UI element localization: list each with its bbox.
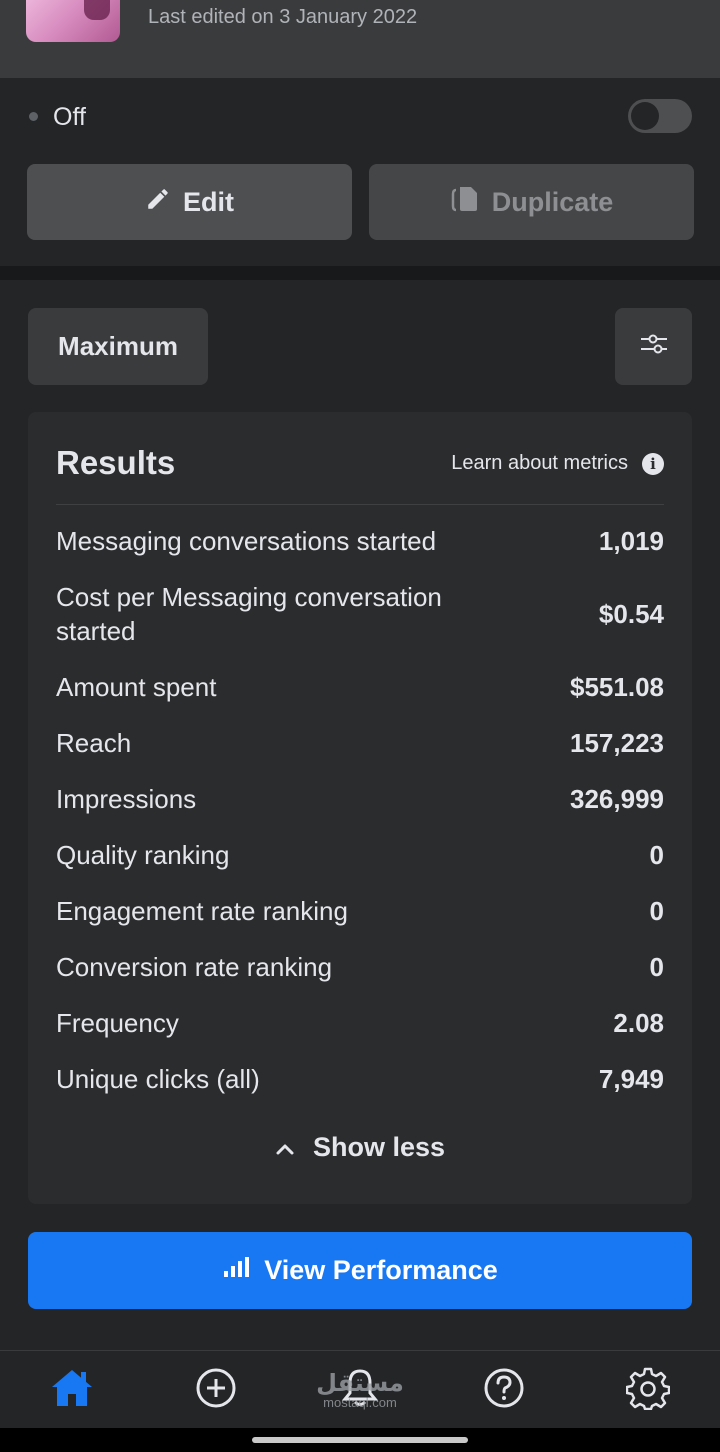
filter-settings-button[interactable] xyxy=(615,308,692,385)
learn-about-metrics-link[interactable]: Learn about metrics i xyxy=(451,452,664,475)
metric-row: Frequency 2.08 xyxy=(56,1006,664,1040)
metric-row: Engagement rate ranking 0 xyxy=(56,894,664,928)
metric-label: Impressions xyxy=(56,784,197,814)
metric-label: Cost per Messaging conversation started xyxy=(56,582,442,646)
card-divider xyxy=(56,504,664,505)
status-dot xyxy=(29,112,38,121)
duplicate-icon xyxy=(450,185,480,220)
metric-value: 326,999 xyxy=(570,783,664,814)
duplicate-label: Duplicate xyxy=(491,186,614,217)
metric-value: 7,949 xyxy=(598,1063,664,1094)
watermark-arabic: مستقل xyxy=(316,1369,404,1397)
metric-label: Unique clicks (all) xyxy=(56,1064,260,1094)
toggle-knob xyxy=(631,102,659,130)
metric-value: 0 xyxy=(649,951,664,982)
chevron-up-icon xyxy=(275,1132,295,1163)
edit-label: Edit xyxy=(183,186,234,217)
section-divider xyxy=(0,266,720,280)
status-label: Off xyxy=(53,103,86,131)
metric-row: Cost per Messaging conversation started … xyxy=(56,580,664,648)
nav-help[interactable] xyxy=(474,1365,534,1415)
nav-settings[interactable] xyxy=(618,1365,678,1415)
metric-label: Frequency xyxy=(56,1008,179,1038)
metric-value: $551.08 xyxy=(570,671,664,702)
metric-label: Messaging conversations started xyxy=(56,526,437,556)
metric-row: Reach 157,223 xyxy=(56,726,664,760)
last-edited-text: Last edited on 3 January 2022 xyxy=(148,6,418,28)
view-performance-label: View Performance xyxy=(264,1255,498,1285)
metric-row: Conversion rate ranking 0 xyxy=(56,950,664,984)
attribution-button[interactable]: Maximum xyxy=(28,308,208,385)
metric-row: Quality ranking 0 xyxy=(56,838,664,872)
metric-label: Amount spent xyxy=(56,672,217,702)
watermark: مستقل mostaql.com xyxy=(310,1369,410,1410)
duplicate-button[interactable]: Duplicate xyxy=(369,164,694,240)
nav-home[interactable] xyxy=(42,1365,102,1415)
results-card: Results Learn about metrics i Messaging … xyxy=(28,412,692,1204)
pencil-icon xyxy=(145,186,171,219)
plus-circle-icon xyxy=(195,1367,237,1414)
metric-value: 1,019 xyxy=(598,525,664,556)
results-title: Results xyxy=(56,444,176,481)
show-less-label: Show less xyxy=(312,1132,446,1162)
system-gesture-bar xyxy=(0,1428,720,1452)
sliders-icon xyxy=(639,332,669,361)
show-less-button[interactable]: Show less xyxy=(28,1132,692,1163)
metric-value: 0 xyxy=(649,895,664,926)
gear-icon xyxy=(625,1366,671,1415)
metric-label: Engagement rate ranking xyxy=(56,896,348,926)
ad-thumbnail[interactable] xyxy=(26,0,120,42)
campaign-controls: Off Edit Duplicate xyxy=(0,78,720,266)
edit-button[interactable]: Edit xyxy=(27,164,352,240)
ads-manager-screen: Last edited on 3 January 2022 Off Edit D… xyxy=(0,0,720,1452)
view-performance-button[interactable]: View Performance xyxy=(28,1232,692,1309)
attribution-label: Maximum xyxy=(58,331,178,361)
bottom-navigation: مستقل mostaql.com xyxy=(0,1350,720,1428)
help-icon xyxy=(483,1367,525,1414)
metric-row: Impressions 326,999 xyxy=(56,782,664,816)
watermark-url: mostaql.com xyxy=(323,1395,397,1410)
bar-chart-icon xyxy=(222,1255,250,1286)
metric-value: 2.08 xyxy=(613,1007,664,1038)
results-section: Maximum Results Learn about metrics i Me… xyxy=(0,280,720,1350)
learn-link-label: Learn about metrics xyxy=(451,452,628,474)
info-icon: i xyxy=(642,452,664,475)
home-indicator[interactable] xyxy=(252,1437,468,1443)
campaign-toggle[interactable] xyxy=(628,99,692,133)
metric-value: 157,223 xyxy=(570,727,664,758)
metric-row: Messaging conversations started 1,019 xyxy=(56,524,664,558)
campaign-header: Last edited on 3 January 2022 xyxy=(0,0,720,78)
home-icon xyxy=(50,1367,94,1414)
nav-create[interactable] xyxy=(186,1365,246,1415)
metric-value: 0 xyxy=(649,839,664,870)
metric-label: Quality ranking xyxy=(56,840,230,870)
metric-value: $0.54 xyxy=(598,598,664,629)
metric-label: Reach xyxy=(56,728,132,758)
metric-label: Conversion rate ranking xyxy=(56,952,333,982)
metric-row: Unique clicks (all) 7,949 xyxy=(56,1062,664,1096)
metric-row: Amount spent $551.08 xyxy=(56,670,664,704)
